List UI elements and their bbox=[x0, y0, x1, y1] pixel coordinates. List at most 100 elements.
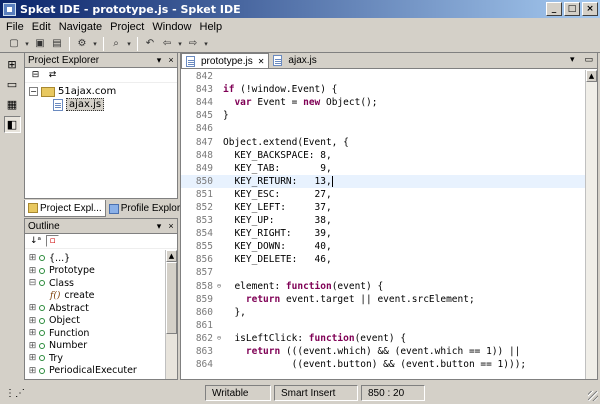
scroll-up-icon[interactable]: ▲ bbox=[586, 70, 597, 82]
code-line[interactable]: 843 if (!window.Event) { bbox=[181, 83, 586, 96]
line-number: 852 bbox=[195, 201, 213, 213]
outline-item[interactable]: ⊞ {...} bbox=[28, 252, 174, 265]
menu-help[interactable]: Help bbox=[196, 21, 227, 33]
code-line[interactable]: 862 ⊖ isLeftClick: function(event) { bbox=[181, 332, 586, 345]
code-text: KEY_LEFT: 37, bbox=[223, 201, 332, 213]
minimize-editor-icon[interactable]: ▭ bbox=[584, 55, 593, 65]
run-icon[interactable]: ⚙ bbox=[74, 36, 90, 52]
outline-item[interactable]: ⊞ Try bbox=[28, 352, 174, 365]
collapse-all-icon[interactable]: ⊟ bbox=[29, 69, 42, 81]
link-editor-icon[interactable]: ⇄ bbox=[46, 69, 59, 81]
new-file-icon[interactable]: ▢ bbox=[6, 36, 22, 52]
close-button[interactable]: × bbox=[582, 2, 598, 16]
code-line[interactable]: 848 KEY_BACKSPACE: 8, bbox=[181, 149, 586, 162]
menu-file[interactable]: File bbox=[2, 21, 28, 33]
new-dropdown-icon[interactable]: ▾ bbox=[23, 36, 31, 52]
editor-scrollbar[interactable]: ▲ bbox=[585, 70, 597, 379]
code-line[interactable]: 860 }, bbox=[181, 306, 586, 319]
editor-tab[interactable]: ajax.js bbox=[269, 53, 320, 68]
code-line[interactable]: 857 bbox=[181, 266, 586, 279]
forward-icon[interactable]: ⇨ bbox=[185, 36, 201, 52]
code-line[interactable]: 842 bbox=[181, 70, 586, 83]
code-line[interactable]: 844 var Event = new Object(); bbox=[181, 96, 586, 109]
fold-icon[interactable]: ⊖ bbox=[215, 282, 223, 290]
editor-tab[interactable]: prototype.js ✕ bbox=[181, 53, 270, 68]
code-line[interactable]: 864 ((event.button) && (event.button == … bbox=[181, 358, 586, 371]
collapse-icon[interactable]: − bbox=[29, 87, 38, 96]
minimize-button[interactable]: _ bbox=[546, 2, 562, 16]
view-menu-icon[interactable]: ▾ bbox=[153, 55, 165, 66]
collapse-icon[interactable]: ⊟ bbox=[28, 278, 37, 288]
code-line[interactable]: 858 ⊖ element: function(event) { bbox=[181, 280, 586, 293]
code-area[interactable]: 842 843 if (!window.Event) {844 var Event … bbox=[181, 70, 586, 379]
outline-item[interactable]: ⊞ Number bbox=[28, 340, 174, 353]
hide-fields-icon[interactable]: ▫ bbox=[46, 235, 59, 247]
folder-perspective-icon[interactable]: ▦ bbox=[4, 96, 21, 113]
expand-icon[interactable]: ⊞ bbox=[28, 366, 37, 376]
expand-icon[interactable]: ⊞ bbox=[28, 303, 37, 313]
close-view-icon[interactable]: × bbox=[165, 221, 177, 231]
js-file-icon bbox=[273, 55, 283, 66]
maximize-button[interactable]: □ bbox=[564, 2, 580, 16]
code-line[interactable]: 856 KEY_DELETE: 46, bbox=[181, 253, 586, 266]
outline-item[interactable]: ⊞ Object bbox=[28, 315, 174, 328]
scroll-up-icon[interactable]: ▲ bbox=[166, 250, 177, 262]
tree-item[interactable]: − 51ajax.com bbox=[29, 85, 173, 98]
save-all-icon[interactable]: ▤ bbox=[49, 36, 65, 52]
expand-icon[interactable]: ⊞ bbox=[28, 253, 37, 263]
code-line[interactable]: 846 bbox=[181, 122, 586, 135]
open-perspective-icon[interactable]: ⊞ bbox=[4, 56, 21, 73]
menu-navigate[interactable]: Navigate bbox=[55, 21, 106, 33]
menu-project[interactable]: Project bbox=[106, 21, 148, 33]
tree-item[interactable]: ajax.js bbox=[29, 98, 173, 111]
code-line[interactable]: 845} bbox=[181, 109, 586, 122]
code-line[interactable]: 859 return event.target || event.srcElem… bbox=[181, 293, 586, 306]
outline-item[interactable]: ⊞ PeriodicalExecuter bbox=[28, 365, 174, 378]
outline-item[interactable]: ⊞ Prototype bbox=[28, 265, 174, 278]
tab-project-explorer[interactable]: Project Expl... bbox=[24, 200, 106, 217]
outline-item[interactable]: ⊟ Class bbox=[28, 277, 174, 290]
menu-edit[interactable]: Edit bbox=[28, 21, 55, 33]
code-line[interactable]: 849 KEY_TAB: 9, bbox=[181, 162, 586, 175]
resize-grip[interactable] bbox=[588, 391, 598, 401]
run-dropdown-icon[interactable]: ▾ bbox=[91, 36, 99, 52]
save-icon[interactable]: ▣ bbox=[32, 36, 48, 52]
code-line[interactable]: 852 KEY_LEFT: 37, bbox=[181, 201, 586, 214]
outline-item[interactable]: f() create bbox=[28, 290, 174, 303]
code-line[interactable]: 863 return (((event.which) && (event.whi… bbox=[181, 345, 586, 358]
outline-item[interactable]: ⊞ Abstract bbox=[28, 302, 174, 315]
back-dropdown-icon[interactable]: ▾ bbox=[176, 36, 184, 52]
expand-icon[interactable]: ⊞ bbox=[28, 341, 37, 351]
code-line[interactable]: 854 KEY_RIGHT: 39, bbox=[181, 227, 586, 240]
editor-list-icon[interactable]: ▾ bbox=[570, 55, 575, 65]
expand-icon[interactable]: ⊞ bbox=[28, 266, 37, 276]
last-edit-icon[interactable]: ↶ bbox=[142, 36, 158, 52]
sort-icon[interactable]: ↓ᵃ bbox=[29, 235, 42, 247]
forward-dropdown-icon[interactable]: ▾ bbox=[202, 36, 210, 52]
expand-icon[interactable]: ⊞ bbox=[28, 328, 37, 338]
outline-scrollbar[interactable]: ▲ bbox=[165, 250, 177, 379]
view-menu-icon[interactable]: ▾ bbox=[153, 221, 165, 232]
scroll-thumb[interactable] bbox=[166, 262, 177, 334]
close-view-icon[interactable]: × bbox=[165, 55, 177, 65]
outline-item-label: Function bbox=[49, 327, 90, 339]
code-line[interactable]: 861 bbox=[181, 319, 586, 332]
code-line[interactable]: 847 Object.extend(Event, { bbox=[181, 135, 586, 148]
search-icon[interactable]: ⌕ bbox=[108, 36, 124, 52]
spket-perspective-icon[interactable]: ◧ bbox=[3, 116, 21, 133]
code-line[interactable]: 850 KEY_RETURN: 13, bbox=[181, 174, 586, 188]
expand-icon[interactable]: ⊞ bbox=[28, 353, 37, 363]
outline-item[interactable]: ⊞ Function bbox=[28, 327, 174, 340]
line-number: 848 bbox=[195, 149, 213, 161]
code-line[interactable]: 851 KEY_ESC: 27, bbox=[181, 188, 586, 201]
menu-window[interactable]: Window bbox=[148, 21, 195, 33]
code-line[interactable]: 855 KEY_DOWN: 40, bbox=[181, 240, 586, 253]
code-line[interactable]: 853 KEY_UP: 38, bbox=[181, 214, 586, 227]
code-editor: prototype.js ✕ ajax.js ▾ ▭ 842 843 if (!wind… bbox=[180, 52, 598, 380]
fold-icon[interactable]: ⊖ bbox=[215, 334, 223, 342]
expand-icon[interactable]: ⊞ bbox=[28, 316, 37, 326]
back-icon[interactable]: ⇦ bbox=[159, 36, 175, 52]
resource-perspective-icon[interactable]: ▭ bbox=[4, 76, 21, 93]
close-tab-icon[interactable]: ✕ bbox=[258, 57, 265, 66]
search-dropdown-icon[interactable]: ▾ bbox=[125, 36, 133, 52]
